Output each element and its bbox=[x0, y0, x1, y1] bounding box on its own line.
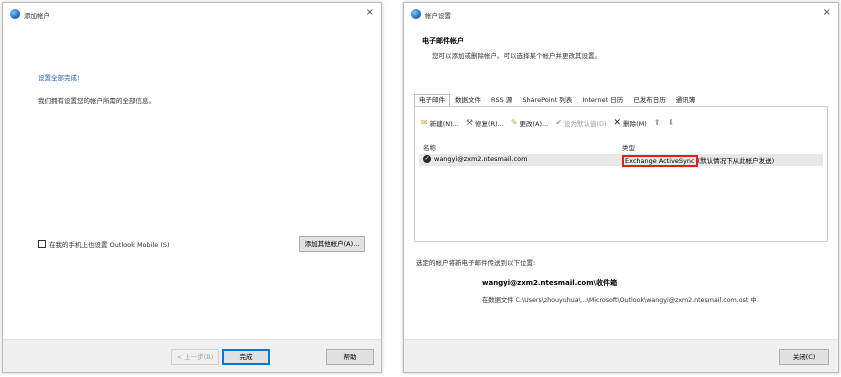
dialog-footer: 关闭(C) bbox=[404, 339, 838, 372]
close-icon[interactable]: × bbox=[366, 7, 374, 19]
finish-button[interactable]: 完成 bbox=[222, 349, 270, 365]
move-down-button[interactable]: ⬇ bbox=[667, 119, 674, 127]
account-type-default-note: (默认情况下从此帐户发送) bbox=[697, 157, 775, 165]
account-settings-dialog: 帐户设置 × 电子邮件帐户 您可以添加或删除帐户。可以选择某个帐户并更改其设置。… bbox=[403, 2, 839, 373]
delivery-account: wangyi@zxm2.ntesmail.com\收件箱 bbox=[482, 279, 618, 287]
tab-address-book[interactable]: 通讯簿 bbox=[671, 94, 701, 106]
tab-data-files[interactable]: 数据文件 bbox=[450, 94, 486, 106]
remove-x-icon: ✕ bbox=[613, 118, 622, 128]
title-bar: 帐户设置 × bbox=[404, 3, 838, 25]
back-button[interactable]: < 上一步(B) bbox=[171, 349, 219, 365]
email-accounts-panel: ✉ 新建(N)... ⚒ 修复(R)... ✎ 更改(A)... ✔ 设为默认值… bbox=[414, 106, 828, 242]
tab-bar: 电子邮件 数据文件 RSS 源 SharePoint 列表 Internet 日… bbox=[414, 94, 700, 106]
set-default-button[interactable]: ✔ 设为默认值(D) bbox=[555, 118, 606, 129]
dialog-footer: < 上一步(B) 完成 帮助 bbox=[3, 339, 381, 372]
change-button[interactable]: ✎ 更改(A)... bbox=[510, 118, 548, 129]
add-another-account-button[interactable]: 添加其他帐户(A)... bbox=[299, 236, 365, 252]
outlook-icon bbox=[411, 9, 421, 19]
setup-complete-heading: 设置全部完成! bbox=[38, 74, 80, 82]
delivery-label: 选定的帐户将新电子邮件传送到以下位置: bbox=[416, 259, 536, 267]
checkbox-label: 在我的手机上也设置 Outlook Mobile (S) bbox=[49, 241, 170, 249]
tab-internet-calendar[interactable]: Internet 日历 bbox=[577, 94, 628, 106]
outlook-mobile-checkbox[interactable]: 在我的手机上也设置 Outlook Mobile (S) bbox=[38, 239, 170, 249]
new-account-button[interactable]: ✉ 新建(N)... bbox=[421, 118, 459, 129]
close-icon[interactable]: × bbox=[823, 7, 831, 19]
outlook-icon bbox=[10, 9, 20, 19]
column-header-type[interactable]: 类型 bbox=[622, 142, 635, 152]
change-icon: ✎ bbox=[510, 118, 518, 127]
account-toolbar: ✉ 新建(N)... ⚒ 修复(R)... ✎ 更改(A)... ✔ 设为默认值… bbox=[421, 118, 674, 129]
setup-message: 我们拥有设置您的帐户所需的全部信息。 bbox=[38, 97, 155, 105]
account-email-cell: ✓ wangyi@zxm2.ntesmail.com bbox=[423, 155, 527, 163]
tab-rss[interactable]: RSS 源 bbox=[486, 94, 517, 106]
default-check-icon: ✔ bbox=[555, 118, 562, 127]
dialog-title: 添加帐户 bbox=[24, 12, 50, 20]
checkmark-circle-icon: ✓ bbox=[423, 155, 431, 163]
tab-published-calendar[interactable]: 已发布日历 bbox=[628, 94, 671, 106]
tab-email[interactable]: 电子邮件 bbox=[414, 94, 450, 106]
account-email: wangyi@zxm2.ntesmail.com bbox=[434, 155, 528, 163]
account-type-cell: Exchange ActiveSync (默认情况下从此帐户发送) bbox=[622, 155, 774, 167]
account-type-highlighted: Exchange ActiveSync bbox=[622, 155, 698, 167]
header-title: 电子邮件帐户 bbox=[422, 37, 464, 45]
checkbox-box[interactable] bbox=[38, 240, 46, 248]
help-button[interactable]: 帮助 bbox=[326, 349, 374, 365]
repair-icon: ⚒ bbox=[465, 118, 474, 127]
move-up-button[interactable]: ⬆ bbox=[654, 119, 661, 127]
header-description: 您可以添加或删除帐户。可以选择某个帐户并更改其设置。 bbox=[432, 52, 601, 60]
column-header-name[interactable]: 名称 bbox=[423, 142, 436, 152]
dialog-title: 帐户设置 bbox=[425, 12, 451, 20]
move-down-icon: ⬇ bbox=[667, 118, 675, 127]
delivery-data-file-path: 在数据文件 C:\Users\zhouyuhua\...\Microsoft\O… bbox=[482, 297, 757, 304]
move-up-icon: ⬆ bbox=[653, 118, 661, 127]
add-account-dialog: 添加帐户 × 设置全部完成! 我们拥有设置您的帐户所需的全部信息。 在我的手机上… bbox=[2, 2, 382, 373]
close-button[interactable]: 关闭(C) bbox=[779, 349, 829, 365]
header: 电子邮件帐户 您可以添加或删除帐户。可以选择某个帐户并更改其设置。 bbox=[404, 25, 838, 67]
tab-sharepoint[interactable]: SharePoint 列表 bbox=[517, 94, 577, 106]
account-row[interactable]: ✓ wangyi@zxm2.ntesmail.com Exchange Acti… bbox=[419, 154, 823, 167]
title-bar: 添加帐户 × bbox=[3, 3, 381, 25]
new-account-icon: ✉ bbox=[421, 118, 428, 127]
remove-button[interactable]: ✕ 删除(M) bbox=[613, 118, 647, 129]
repair-button[interactable]: ⚒ 修复(R)... bbox=[465, 118, 504, 129]
